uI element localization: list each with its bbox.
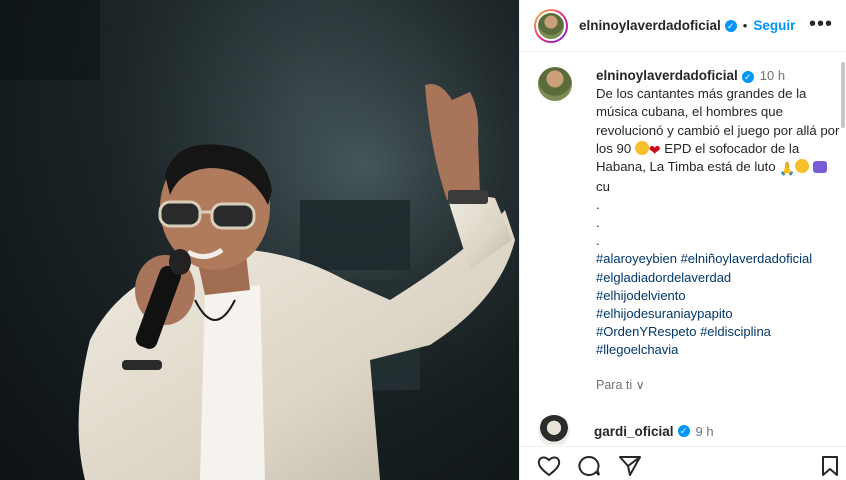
caption-avatar[interactable] [538,67,572,101]
hashtag-list: #alaroyeybien #elniñoylaverdadoficial #e… [596,250,840,359]
caption-dot: . [596,233,600,249]
singer-photo [0,0,519,480]
comment-item: gardi_oficial ✓ 9 h [538,415,838,445]
hashtag-link[interactable]: #OrdenYRespeto #eldisciplina [596,323,840,341]
caption-body: elninoylaverdadoficial ✓ 10 h De los canta… [596,67,840,394]
hashtag-link[interactable]: #alaroyeybien #elniñoylaverdadoficial [596,250,840,268]
paper-plane-icon[interactable] [618,455,642,480]
tractor-emoji-icon [813,161,828,174]
more-options-icon[interactable]: ••• [809,14,833,34]
heart-emoji-icon: ❤ [648,141,661,158]
follow-button[interactable]: Seguir [753,18,795,33]
author-username[interactable]: elninoylaverdadoficial [579,18,721,33]
comments-section: elninoylaverdadoficial ✓ 10 h De los canta… [520,53,840,445]
caption-text: De los cantantes más grandes de la músic… [596,85,840,196]
commenter-avatar[interactable] [538,415,570,445]
author-avatar[interactable] [534,8,568,43]
verified-icon: ✓ [724,19,737,32]
hashtag-link[interactable]: #llegoelchavia [596,341,840,359]
hashtag-link[interactable]: #elgladiadordelaverdad [596,269,840,287]
verified-icon: ✓ [677,425,690,437]
commenter-username[interactable]: gardi_oficial [594,424,674,439]
action-bar [520,446,846,480]
comments-scrollbar[interactable] [841,62,845,128]
hashtag-link[interactable]: #elhijodesuraniaypapito [596,305,840,323]
comment-bubble-icon[interactable] [577,455,601,480]
post-panel: elninoylaverdadoficial ✓ • Seguir ••• el… [519,0,846,480]
caption-dot: . [596,197,600,213]
comment-time[interactable]: 9 h [696,424,714,439]
translate-toggle[interactable]: Para ti ∨ [596,376,840,394]
verified-icon: ✓ [741,70,754,83]
post-header: elninoylaverdadoficial ✓ • Seguir ••• [520,0,846,52]
caption-username[interactable]: elninoylaverdadoficial [596,68,738,83]
bookmark-icon[interactable] [820,455,840,480]
separator-dot: • [742,18,748,33]
caption-time[interactable]: 10 h [760,68,785,83]
caption-dot: . [596,215,600,231]
caption-line-3: cu [596,179,610,195]
heart-outline-icon[interactable] [537,455,561,480]
praying-hands-emoji-icon: 🙏 [779,161,796,177]
sad-face-emoji-icon [634,140,649,155]
hashtag-link[interactable]: #elhijodelviento [596,287,840,305]
post-media[interactable] [0,0,519,480]
sad-face-emoji-icon [795,159,810,174]
